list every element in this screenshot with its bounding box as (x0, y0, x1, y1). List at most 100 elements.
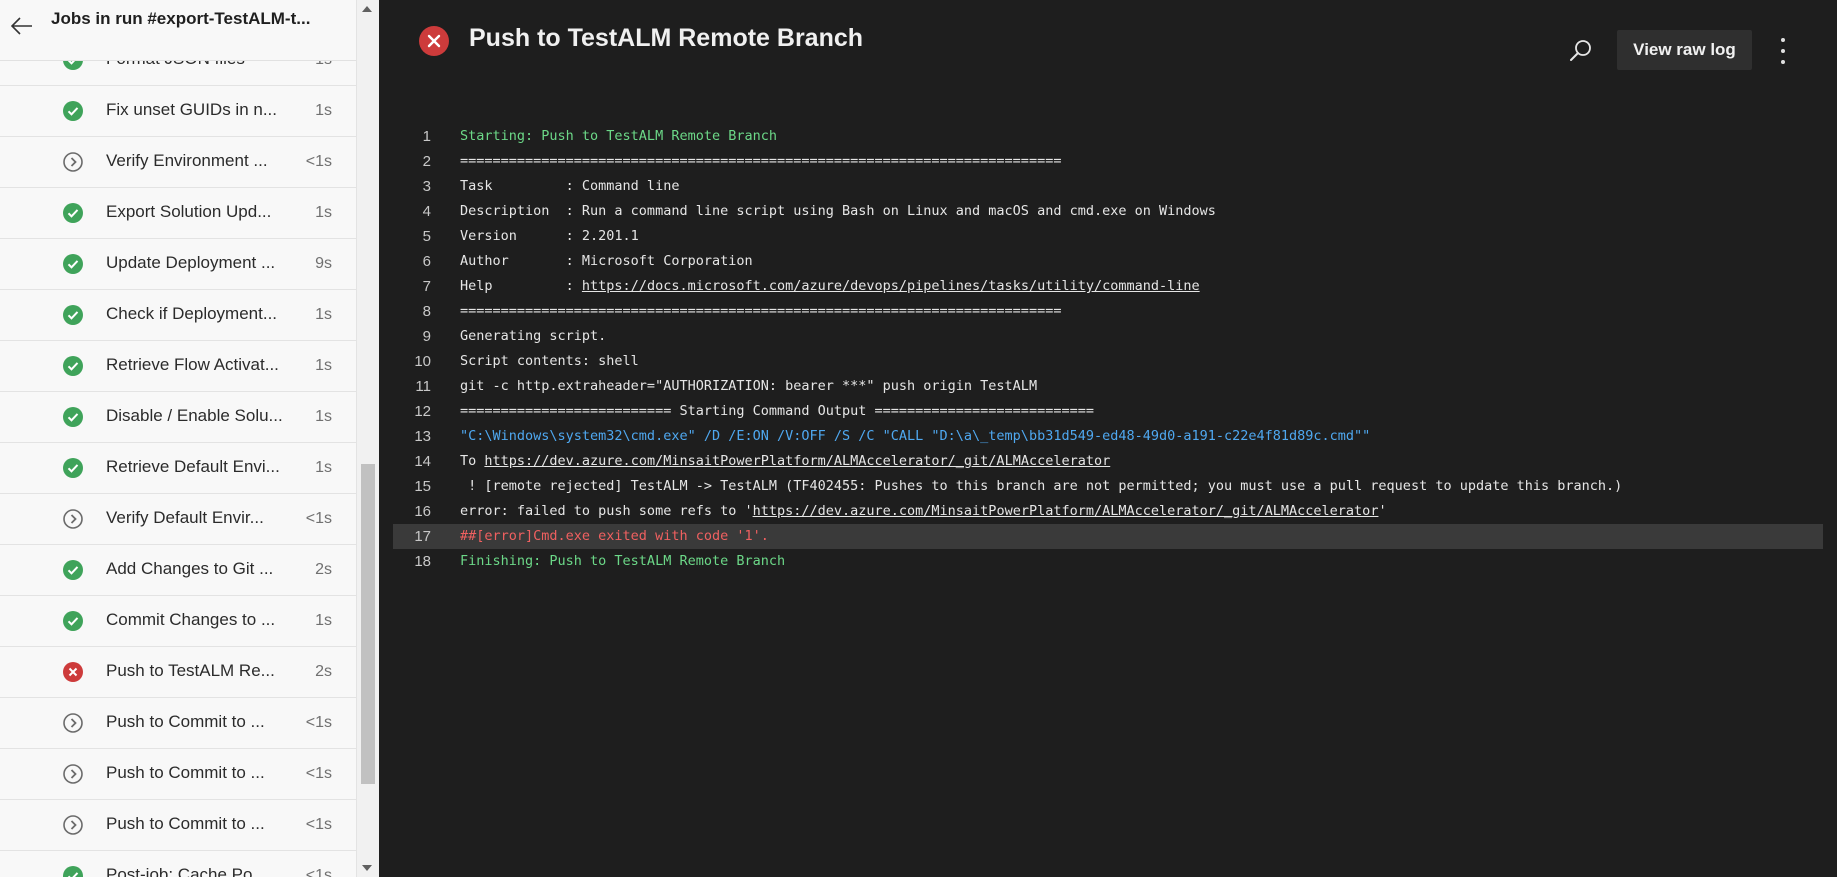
steps-list: Format JSON files1sFix unset GUIDs in n.… (0, 35, 356, 877)
log-line: 14 To https://dev.azure.com/MinsaitPowerP… (393, 449, 1823, 474)
log-line: 4 Description : Run a command line script… (393, 199, 1823, 224)
log-title: Push to TestALM Remote Branch (469, 24, 864, 52)
steps-sidebar: Format JSON files1sFix unset GUIDs in n.… (0, 0, 356, 877)
check-circle-icon (63, 611, 83, 631)
step-duration: 1s (315, 102, 332, 119)
line-number: 6 (422, 253, 431, 270)
step-item[interactable]: Add Changes to Git ... 2s (0, 545, 356, 596)
check-circle-icon (63, 560, 83, 580)
step-duration: 1s (315, 306, 332, 323)
arrow-left-icon (11, 17, 32, 35)
skipped-circle-icon (63, 713, 83, 733)
step-item[interactable]: Export Solution Upd... 1s (0, 188, 356, 239)
step-item[interactable]: Update Deployment ... 9s (0, 239, 356, 290)
step-name: Push to TestALM Re... (106, 661, 275, 680)
step-item[interactable]: Retrieve Default Envi... 1s (0, 443, 356, 494)
step-item[interactable]: Push to TestALM Re... 2s (0, 647, 356, 698)
step-item[interactable]: Retrieve Flow Activat... 1s (0, 341, 356, 392)
line-number: 4 (422, 203, 431, 220)
log-line: 8 =======================================… (393, 299, 1823, 324)
log-text: ========================================… (460, 303, 1062, 319)
step-name: Add Changes to Git ... (106, 559, 274, 578)
step-name: Retrieve Default Envi... (106, 457, 280, 476)
step-item[interactable]: Post-job: Cache Po... <1s (0, 851, 356, 877)
log-text: ! [remote rejected] TestALM -> TestALM (… (460, 478, 1623, 494)
step-duration: 2s (315, 663, 332, 680)
step-item[interactable]: Verify Environment ... <1s (0, 137, 356, 188)
repo-link[interactable]: https://dev.azure.com/MinsaitPowerPlatfo… (484, 453, 1110, 469)
line-number: 16 (414, 503, 431, 520)
step-item[interactable]: Push to Commit to ... <1s (0, 698, 356, 749)
skipped-circle-icon (63, 815, 83, 835)
error-circle-icon (63, 662, 83, 682)
log-text: Help : https://docs.microsoft.com/azure/… (460, 274, 1200, 299)
step-item[interactable]: Push to Commit to ... <1s (0, 800, 356, 851)
log-line: 10 Script contents: shell (393, 349, 1823, 374)
line-number: 3 (422, 178, 431, 195)
line-number: 5 (422, 228, 431, 245)
repo-link[interactable]: https://dev.azure.com/MinsaitPowerPlatfo… (753, 503, 1379, 519)
line-number: 15 (414, 478, 431, 495)
log-line: 2 =======================================… (393, 149, 1823, 174)
log-text: ========================== Starting Comm… (460, 403, 1094, 419)
sidebar-scrollbar[interactable] (356, 0, 379, 877)
step-duration: <1s (305, 510, 332, 527)
line-number: 10 (414, 353, 431, 370)
scroll-down-icon[interactable] (362, 865, 372, 871)
scroll-up-icon[interactable] (362, 6, 372, 12)
step-name: Update Deployment ... (106, 253, 276, 272)
step-item[interactable]: Push to Commit to ... <1s (0, 749, 356, 800)
view-raw-log-button[interactable]: View raw log (1617, 30, 1752, 70)
log-text-prefix: To (460, 453, 485, 469)
run-title: Jobs in run #export-TestALM-t... (51, 9, 311, 28)
step-name: Push to Commit to ... (106, 712, 265, 731)
line-number: 8 (422, 303, 431, 320)
check-circle-icon (63, 407, 83, 427)
log-line: 1 Starting: Push to TestALM Remote Branch (393, 124, 1823, 149)
log-text: Version : 2.201.1 (460, 228, 639, 244)
docs-link[interactable]: https://docs.microsoft.com/azure/devops/… (582, 278, 1200, 294)
log-text: To https://dev.azure.com/MinsaitPowerPla… (460, 449, 1110, 474)
more-options-icon[interactable] (1771, 38, 1795, 64)
log-text: Starting: Push to TestALM Remote Branch (460, 128, 777, 144)
sidebar-header: Jobs in run #export-TestALM-t... (0, 0, 356, 61)
step-duration: <1s (305, 816, 332, 833)
step-duration: <1s (305, 153, 332, 170)
log-text: "C:\Windows\system32\cmd.exe" /D /E:ON /… (460, 428, 1371, 444)
log-line: 15 ! [remote rejected] TestALM -> TestAL… (393, 474, 1823, 499)
search-icon[interactable] (1568, 38, 1594, 64)
skipped-circle-icon (63, 152, 83, 172)
log-line: 9 Generating script. (393, 324, 1823, 349)
check-circle-icon (63, 356, 83, 376)
check-circle-icon (63, 254, 83, 274)
log-line: 13 "C:\Windows\system32\cmd.exe" /D /E:ON… (393, 424, 1823, 449)
log-text: Finishing: Push to TestALM Remote Branch (460, 553, 786, 569)
log-text: error: failed to push some refs to 'http… (460, 499, 1387, 524)
step-item[interactable]: Fix unset GUIDs in n... 1s (0, 86, 356, 137)
step-duration: 1s (315, 408, 332, 425)
step-item[interactable]: Disable / Enable Solu... 1s (0, 392, 356, 443)
step-name: Disable / Enable Solu... (106, 406, 283, 425)
log-line: 12 ========================== Starting Co… (393, 399, 1823, 424)
log-text-suffix: ' (1378, 503, 1387, 519)
step-item[interactable]: Verify Default Envir... <1s (0, 494, 356, 545)
step-duration: 9s (315, 255, 332, 272)
log-line: 16 error: failed to push some refs to 'ht… (393, 499, 1823, 524)
step-item[interactable]: Commit Changes to ... 1s (0, 596, 356, 647)
log-text-prefix: error: failed to push some refs to ' (460, 503, 753, 519)
log-line-error: 17 ##[error]Cmd.exe exited with code '1'. (393, 524, 1823, 549)
step-item[interactable]: Check if Deployment... 1s (0, 290, 356, 341)
log-line: 11 git -c http.extraheader="AUTHORIZATION… (393, 374, 1823, 399)
log-text: Task : Command line (460, 178, 680, 194)
step-name: Verify Environment ... (106, 151, 268, 170)
step-name: Push to Commit to ... (106, 763, 265, 782)
log-output: 1 Starting: Push to TestALM Remote Branch… (393, 124, 1823, 574)
line-number: 9 (422, 328, 431, 345)
scrollbar-thumb[interactable] (361, 464, 375, 784)
log-text: Script contents: shell (460, 353, 639, 369)
log-line: 3 Task : Command line (393, 174, 1823, 199)
step-duration: 2s (315, 561, 332, 578)
line-number: 1 (422, 128, 431, 145)
skipped-circle-icon (63, 509, 83, 529)
back-button[interactable] (8, 12, 36, 40)
